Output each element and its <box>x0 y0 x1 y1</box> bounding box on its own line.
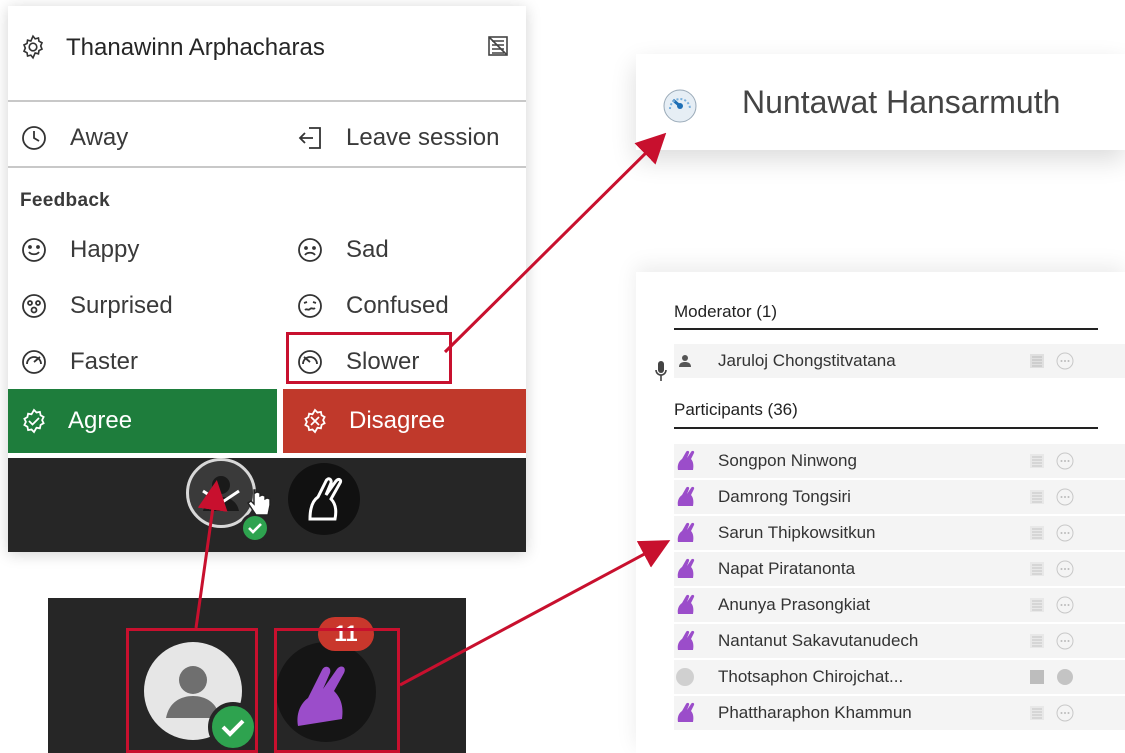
raised-hand-icon <box>677 450 695 470</box>
menu-divider <box>8 166 526 168</box>
more-options-icon[interactable] <box>1056 632 1074 650</box>
notes-icon[interactable] <box>486 34 510 58</box>
raise-hand-button[interactable] <box>288 463 360 535</box>
notes-list-icon[interactable] <box>1030 706 1044 720</box>
agree-button[interactable]: Agree <box>8 389 277 453</box>
away-status-icon <box>676 668 694 686</box>
notes-list-icon[interactable] <box>1030 526 1044 540</box>
participant-row[interactable]: Thotsaphon Chirojchat... <box>674 660 1125 694</box>
notes-list-icon[interactable] <box>1030 454 1044 468</box>
participants-divider <box>674 427 1098 429</box>
leave-session-label: Leave session <box>346 124 500 151</box>
leave-session-option[interactable]: Leave session <box>296 116 499 160</box>
status-menu: Thanawinn Arphacharas Away Leave session… <box>8 6 526 552</box>
slower-highlight-box <box>286 332 452 384</box>
feedback-faster[interactable]: Faster <box>20 340 138 384</box>
disagree-button[interactable]: Disagree <box>283 389 526 453</box>
notes-list-icon[interactable] <box>1030 634 1044 648</box>
participant-name: Thotsaphon Chirojchat... <box>718 667 904 686</box>
feedback-surprised[interactable]: Surprised <box>20 284 173 328</box>
participant-row[interactable]: Napat Piratanonta <box>674 552 1125 586</box>
card-user-name: Nuntawat Hansarmuth <box>742 84 1061 120</box>
surprised-label: Surprised <box>70 292 173 319</box>
away-label: Away <box>70 124 129 151</box>
slower-status-icon <box>662 88 698 124</box>
confused-icon <box>296 292 324 320</box>
feedback-happy[interactable]: Happy <box>20 228 139 272</box>
disagree-icon <box>301 407 329 435</box>
raised-hand-icon <box>677 522 695 542</box>
raise-hand-icon <box>308 477 343 521</box>
agree-icon <box>20 407 48 435</box>
surprised-icon <box>20 292 48 320</box>
more-options-icon[interactable] <box>1056 488 1074 506</box>
notes-list-icon[interactable] <box>1030 354 1044 368</box>
user-feedback-card: Nuntawat Hansarmuth <box>636 54 1125 150</box>
raised-hand-icon <box>677 702 695 722</box>
participant-name: Songpon Ninwong <box>718 451 857 470</box>
notes-list-icon[interactable] <box>1030 490 1044 504</box>
session-toolbar <box>8 458 526 552</box>
participants-section-title: Participants (36) <box>674 400 798 419</box>
participant-name: Phattharaphon Khammun <box>718 703 912 722</box>
participant-name: Nantanut Sakavutanudech <box>718 631 919 650</box>
more-options-icon[interactable] <box>1056 560 1074 578</box>
more-options-icon[interactable] <box>1056 524 1074 542</box>
menu-header: Thanawinn Arphacharas <box>8 6 526 102</box>
participant-row[interactable]: Anunya Prasongkiat <box>674 588 1125 622</box>
more-options-icon[interactable] <box>1056 352 1074 370</box>
participant-row[interactable]: Songpon Ninwong <box>674 444 1125 478</box>
raised-hand-icon <box>677 558 695 578</box>
raised-hand-icon <box>677 594 695 614</box>
notes-list-icon[interactable] <box>1030 670 1044 684</box>
participant-name: Anunya Prasongkiat <box>718 595 871 614</box>
raised-hand-icon <box>677 630 695 650</box>
away-option[interactable]: Away <box>20 116 128 160</box>
moderator-name: Jaruloj Chongstitvatana <box>718 351 896 370</box>
leave-icon <box>296 124 324 152</box>
more-options-icon[interactable] <box>1056 668 1074 686</box>
agree-label: Agree <box>68 407 133 434</box>
sad-label: Sad <box>346 236 389 263</box>
participant-row[interactable]: Sarun Thipkowsitkun <box>674 516 1125 550</box>
more-options-icon[interactable] <box>1056 596 1074 614</box>
more-options-icon[interactable] <box>1056 704 1074 722</box>
notes-list-icon[interactable] <box>1030 598 1044 612</box>
more-options-icon[interactable] <box>1056 452 1074 470</box>
faster-label: Faster <box>70 348 139 375</box>
participants-panel: Moderator (1) Jaruloj Chongstitvatana Pa… <box>636 272 1125 753</box>
menu-user-name: Thanawinn Arphacharas <box>66 34 325 61</box>
participant-row[interactable]: Phattharaphon Khammun <box>674 696 1125 730</box>
zoomed-toolbar: 11 <box>48 598 466 753</box>
moderator-divider <box>674 328 1098 330</box>
participant-name: Napat Piratanonta <box>718 559 856 578</box>
happy-icon <box>20 236 48 264</box>
gear-icon[interactable] <box>20 34 46 60</box>
participant-row[interactable]: Damrong Tongsiri <box>674 480 1125 514</box>
hand-highlight-box <box>274 628 400 753</box>
microphone-icon <box>655 361 667 381</box>
moderator-section-title: Moderator (1) <box>674 302 777 321</box>
participant-name: Sarun Thipkowsitkun <box>718 523 876 542</box>
feedback-sad[interactable]: Sad <box>296 228 389 272</box>
participant-name: Damrong Tongsiri <box>718 487 851 506</box>
pointer-hand-icon <box>247 489 271 516</box>
notes-list-icon[interactable] <box>1030 562 1044 576</box>
participant-row[interactable]: Nantanut Sakavutanudech <box>674 624 1125 658</box>
avatar-highlight-box <box>126 628 258 753</box>
person-icon <box>679 355 691 367</box>
moderator-row[interactable]: Jaruloj Chongstitvatana <box>674 344 1125 378</box>
sad-icon <box>296 236 324 264</box>
disagree-label: Disagree <box>349 407 446 434</box>
feedback-confused[interactable]: Confused <box>296 284 449 328</box>
happy-label: Happy <box>70 236 140 263</box>
raised-hand-icon <box>677 486 695 506</box>
clock-icon <box>20 124 48 152</box>
faster-icon <box>20 348 48 376</box>
confused-label: Confused <box>346 292 449 319</box>
feedback-title: Feedback <box>20 190 111 211</box>
